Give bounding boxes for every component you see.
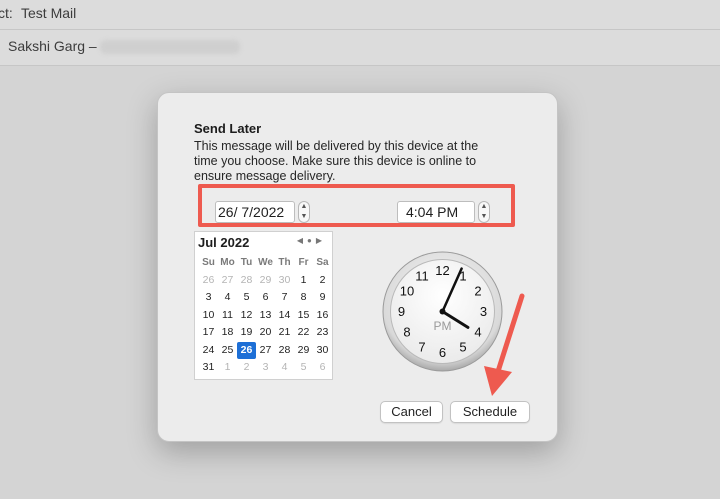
calendar-day[interactable]: 19 <box>237 324 256 342</box>
clock-number: 9 <box>398 304 405 319</box>
calendar-weekday: We <box>258 257 273 268</box>
calendar-day[interactable]: 17 <box>199 324 218 342</box>
clock-number: 10 <box>400 284 414 299</box>
from-row[interactable]: Sakshi Garg – <box>0 30 720 66</box>
clock-number: 12 <box>435 263 449 278</box>
calendar-day[interactable]: 7 <box>275 289 294 307</box>
calendar-day[interactable]: 8 <box>294 289 313 307</box>
dialog-title: Send Later <box>194 121 262 136</box>
calendar-day[interactable]: 31 <box>199 359 218 377</box>
subject-label: ct: <box>0 5 13 21</box>
subject-value: Test Mail <box>21 5 77 21</box>
calendar-day[interactable]: 24 <box>199 342 218 360</box>
subject-row[interactable]: ct: Test Mail <box>0 0 720 30</box>
calendar-day[interactable]: 5 <box>237 289 256 307</box>
calendar-day[interactable]: 23 <box>313 324 332 342</box>
calendar-day[interactable]: 4 <box>218 289 237 307</box>
schedule-button[interactable]: Schedule <box>450 401 530 423</box>
calendar-day[interactable]: 25 <box>218 342 237 360</box>
prev-month-icon[interactable]: ◀ <box>297 236 307 245</box>
calendar-day[interactable]: 28 <box>275 342 294 360</box>
calendar-day[interactable]: 20 <box>256 324 275 342</box>
calendar-day[interactable]: 21 <box>275 324 294 342</box>
next-month-icon[interactable]: ▶ <box>316 236 326 245</box>
calendar-day[interactable]: 30 <box>275 272 294 290</box>
calendar-day[interactable]: 27 <box>256 342 275 360</box>
calendar-day[interactable]: 13 <box>256 307 275 325</box>
calendar-day[interactable]: 9 <box>313 289 332 307</box>
calendar-weekday: Th <box>278 257 291 268</box>
calendar-day[interactable]: 6 <box>256 289 275 307</box>
today-dot-icon[interactable]: ● <box>307 236 316 245</box>
calendar-day[interactable]: 12 <box>237 307 256 325</box>
calendar-day[interactable]: 3 <box>199 289 218 307</box>
redacted-email <box>100 40 240 54</box>
clock-number: 11 <box>415 269 429 284</box>
calendar-nav: ◀●▶ <box>297 236 326 245</box>
calendar-weekday: Tu <box>240 257 253 268</box>
cancel-button[interactable]: Cancel <box>380 401 443 423</box>
calendar-day[interactable]: 22 <box>294 324 313 342</box>
calendar-day[interactable]: 26 <box>199 272 218 290</box>
clock-center <box>439 308 446 315</box>
calendar-day[interactable]: 2 <box>313 272 332 290</box>
calendar-day-selected[interactable]: 26 <box>237 341 256 359</box>
clock-period: PM <box>434 319 452 333</box>
calendar-day[interactable]: 1 <box>294 272 313 290</box>
calendar-weekday: Mo <box>220 257 235 268</box>
calendar-day[interactable]: 29 <box>294 342 313 360</box>
calendar-day[interactable]: 28 <box>237 272 256 290</box>
calendar-day[interactable]: 3 <box>256 359 275 377</box>
calendar-weekday: Sa <box>316 257 329 268</box>
calendar-day[interactable]: 30 <box>313 342 332 360</box>
annotation-highlight-box <box>198 184 515 227</box>
calendar-day[interactable]: 6 <box>313 359 332 377</box>
calendar-day[interactable]: 15 <box>294 307 313 325</box>
calendar-day[interactable]: 10 <box>199 307 218 325</box>
annotation-arrow <box>484 293 525 396</box>
calendar-day[interactable]: 5 <box>294 359 313 377</box>
calendar-weekday: Fr <box>298 257 309 268</box>
calendar-day[interactable]: 14 <box>275 307 294 325</box>
calendar-day[interactable]: 1 <box>218 359 237 377</box>
calendar-grid: Su Mo Tu We Th Fr Sa 26 27 28 29 30 1 2 3 4 5 6 7 8 9 10 11 12 1… <box>199 254 332 377</box>
calendar-month-label: Jul 2022 <box>198 235 250 250</box>
calendar-day[interactable]: 4 <box>275 359 294 377</box>
calendar-weekday: Su <box>202 257 215 268</box>
clock-number: 6 <box>439 345 446 360</box>
calendar-day[interactable]: 16 <box>313 307 332 325</box>
calendar-day[interactable]: 2 <box>237 359 256 377</box>
from-value: Sakshi Garg – <box>8 38 97 54</box>
clock-number: 7 <box>418 340 425 355</box>
calendar-day[interactable]: 27 <box>218 272 237 290</box>
clock-number: 8 <box>403 325 410 340</box>
calendar-day[interactable]: 18 <box>218 324 237 342</box>
clock-number: 5 <box>459 340 466 355</box>
dialog-description: This message will be delivered by this d… <box>194 139 479 183</box>
calendar-day[interactable]: 29 <box>256 272 275 290</box>
calendar: Jul 2022 ◀●▶ Su Mo Tu We Th Fr Sa 26 27 28 29 30 1 2 3… <box>194 231 333 380</box>
calendar-day[interactable]: 11 <box>218 307 237 325</box>
